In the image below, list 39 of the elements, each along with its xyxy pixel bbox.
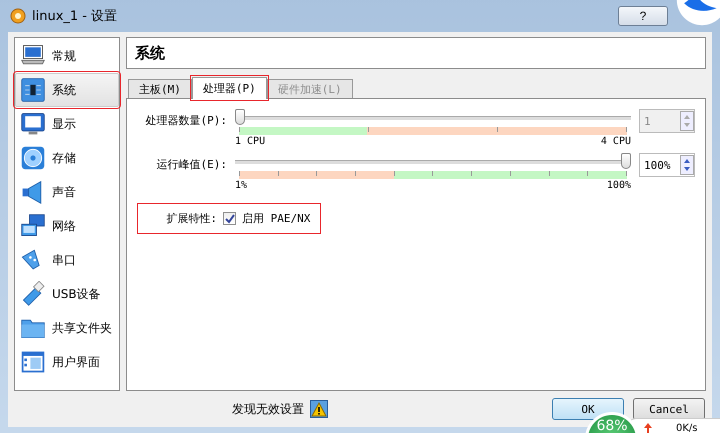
sidebar-item[interactable]: USB设备 xyxy=(15,277,119,311)
dialog-button[interactable]: Cancel xyxy=(633,398,705,420)
checkbox[interactable] xyxy=(223,212,236,225)
sidebar-item[interactable]: 系统 xyxy=(15,73,119,107)
chip-icon xyxy=(20,77,46,103)
max-label: 100% xyxy=(606,180,631,191)
sidebar-item[interactable]: 用户界面 xyxy=(15,345,119,379)
sidebar-item[interactable]: 共享文件夹 xyxy=(15,311,119,345)
usb-icon xyxy=(20,281,46,307)
sidebar-item[interactable]: 串口 xyxy=(15,243,119,277)
monitor-icon xyxy=(20,111,46,137)
help-button[interactable]: ? xyxy=(618,6,668,26)
warning-text: 发现无效设置 xyxy=(232,400,304,418)
slider[interactable] xyxy=(235,153,631,171)
page-header: 系统 xyxy=(126,37,706,69)
max-label: 4 CPU xyxy=(600,136,631,147)
min-label: 1% xyxy=(235,180,248,191)
window-icon xyxy=(20,349,46,375)
tab[interactable]: 主板(M) xyxy=(128,79,192,98)
field-label: 处理器数量(P): xyxy=(144,113,227,128)
tab[interactable]: 处理器(P) xyxy=(192,77,267,99)
sidebar-item[interactable]: 存储 xyxy=(15,141,119,175)
spin-box[interactable]: 100% xyxy=(639,153,695,177)
sidebar-item[interactable]: 常规 xyxy=(15,39,119,73)
warning-icon[interactable] xyxy=(310,400,328,418)
field-label: 扩展特性: xyxy=(165,211,217,226)
field-label: 运行峰值(E): xyxy=(156,157,227,172)
window-title: linux_1 - 设置 xyxy=(32,8,118,25)
gear-icon xyxy=(10,8,26,24)
network-icon xyxy=(20,213,46,239)
min-label: 1 CPU xyxy=(235,136,266,147)
sidebar-item[interactable]: 声音 xyxy=(15,175,119,209)
upload-arrow-icon xyxy=(644,423,652,433)
sidebar-item[interactable]: 网络 xyxy=(15,209,119,243)
speed-text: 0K/s xyxy=(676,423,698,433)
checkbox-label[interactable]: 启用 PAE/NX xyxy=(242,211,310,226)
slider[interactable] xyxy=(235,109,631,127)
dialog-button[interactable]: OK xyxy=(552,398,624,420)
sidebar-item[interactable]: 显示 xyxy=(15,107,119,141)
